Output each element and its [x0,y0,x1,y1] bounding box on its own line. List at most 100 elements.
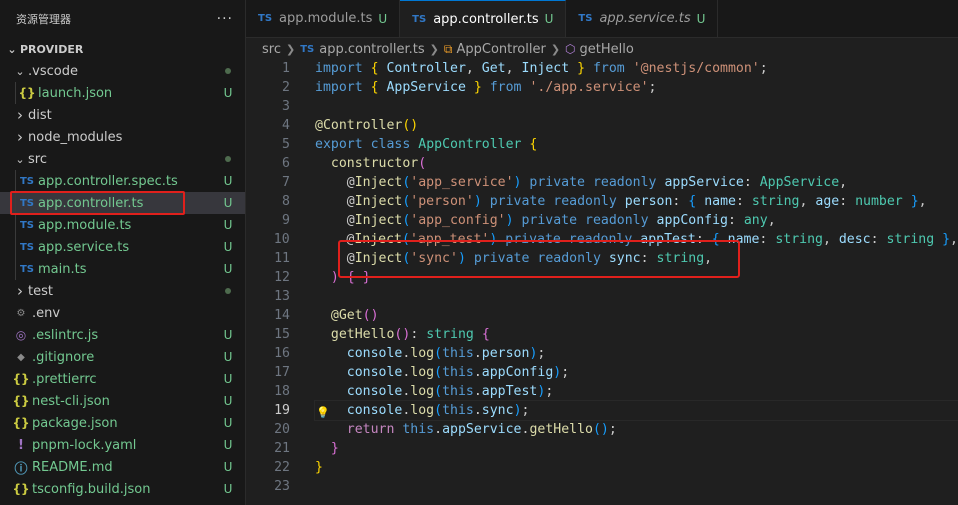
editor-tab[interactable]: TS app.controller.ts U [400,0,567,37]
more-actions-icon[interactable]: ··· [217,11,233,27]
code-line[interactable]: 14 @Get() [246,306,958,325]
code-line[interactable]: 5 export class AppController { [246,135,958,154]
code-line[interactable]: 12 ) { } [246,268,958,287]
tree-item-label: .prettierrc [32,371,97,387]
code-line[interactable]: 10 @Inject('app_test') private readonly … [246,230,958,249]
modified-dot-icon [225,68,231,74]
code-token: . [473,403,482,418]
code-line[interactable]: 22} [246,458,958,477]
code-token: 'person' [410,194,474,209]
chevron-down-icon: ⌄ [15,64,25,78]
file-item[interactable]: {} nest-cli.json U [0,390,245,412]
chevron-down-icon: ⌄ [15,152,25,166]
breadcrumb-folder[interactable]: src [262,42,281,57]
code-token: sync [608,251,641,266]
code-token: ; [521,403,530,418]
code-token: ) [505,213,514,228]
code-line[interactable]: 13 [246,287,958,306]
file-item[interactable]: ◎ .eslintrc.js U [0,324,245,346]
code-token: { [711,232,720,247]
code-line[interactable]: 19 console.log(this.sync); 💡 [246,400,958,421]
line-number: 11 [274,251,290,266]
code-line[interactable]: 16 console.log(this.person); [246,344,958,363]
code-token: export [315,137,363,152]
code-text: console.log(this.sync); [314,400,958,421]
file-item[interactable]: ⓘ README.md U [0,456,245,478]
code-line[interactable]: 2 import { AppService } from './app.servi… [246,78,958,97]
code-line[interactable]: 6 constructor( [246,154,958,173]
code-token: string [656,251,705,266]
line-number: 18 [274,384,290,399]
code-line[interactable]: 15 getHello(): string { [246,325,958,344]
workspace-section-header[interactable]: ⌄ PROVIDER [0,38,245,60]
folder-item[interactable]: › node_modules [0,126,245,148]
folder-item[interactable]: › test [0,280,245,302]
line-number: 20 [274,422,290,437]
code-token: any [743,213,768,228]
code-token: Inject [354,175,403,190]
file-item[interactable]: TS app.service.ts U [0,236,245,258]
line-number: 23 [274,479,290,494]
editor-tab[interactable]: TS app.service.ts U [566,0,719,37]
code-line[interactable]: 20 return this.appService.getHello(); [246,420,958,439]
file-item[interactable]: ◆ .gitignore U [0,346,245,368]
code-line[interactable]: 7 @Inject('app_service') private readonl… [246,173,958,192]
code-line[interactable]: 18 console.log(this.appTest); [246,382,958,401]
code-token: : [695,232,712,247]
file-item[interactable]: {} launch.json U [0,82,245,104]
file-item[interactable]: TS app.module.ts U [0,214,245,236]
code-token: { [370,80,379,95]
code-line[interactable]: 17 console.log(this.appConfig); [246,363,958,382]
code-text: ) { } [315,268,958,287]
line-number: 21 [274,441,290,456]
code-text: getHello(): string { [315,325,958,344]
code-token: constructor [330,156,419,171]
file-item[interactable]: TS app.controller.ts U [0,192,245,214]
workspace-name: PROVIDER [20,42,84,56]
code-line[interactable]: 8 @Inject('person') private readonly per… [246,192,958,211]
code-token: ( [434,365,443,380]
code-token: 'app_test' [409,232,490,247]
code-editor[interactable]: 1 import { Controller, Get, Inject } from… [246,59,958,504]
file-item[interactable]: TS app.controller.spec.ts U [0,170,245,192]
code-line[interactable]: 23 [246,477,958,496]
editor-tab[interactable]: TS app.module.ts U [246,0,401,37]
file-item[interactable]: {} tsconfig.build.json U [0,478,245,500]
file-item[interactable]: TS main.ts U [0,258,245,280]
folder-item[interactable]: ⌄ src [0,148,245,170]
breadcrumb-class[interactable]: AppController [456,42,545,57]
code-line[interactable]: 11 @Inject('sync') private readonly sync… [246,249,958,268]
code-line[interactable]: 21 } [246,439,958,458]
code-token: person [624,194,673,209]
code-line[interactable]: 4 @Controller() [246,116,958,135]
file-item[interactable]: {} .prettierrc U [0,368,245,390]
git-icon: ◆ [17,351,25,363]
code-token: console [346,346,403,361]
code-token: Controller [378,61,466,76]
breadcrumb-file[interactable]: app.controller.ts [319,42,424,57]
code-text: @Controller() [315,116,958,135]
code-token: . [473,365,482,380]
code-text: } [315,439,958,458]
code-text: } [315,458,958,477]
file-item[interactable]: {} package.json U [0,412,245,434]
indent-guide [15,192,16,214]
code-line[interactable]: 9 @Inject('app_config') private readonly… [246,211,958,230]
breadcrumb-method[interactable]: getHello [580,42,634,57]
folder-item[interactable]: ⌄ .vscode [0,60,245,82]
code-line[interactable]: 1 import { Controller, Get, Inject } from… [246,59,958,78]
file-item[interactable]: ! pnpm-lock.yaml U [0,434,245,456]
file-item[interactable]: ⚙ .env [0,302,245,324]
folder-item[interactable]: › dist [0,104,245,126]
code-line[interactable]: 3 [246,97,958,116]
